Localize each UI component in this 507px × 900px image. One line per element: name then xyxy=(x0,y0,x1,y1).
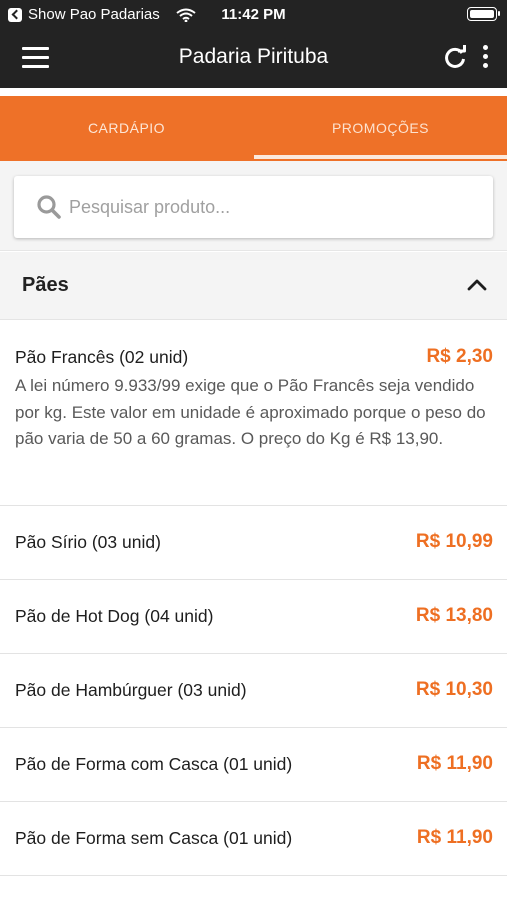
product-name: Pão de Forma sem Casca (01 unid) xyxy=(15,828,293,848)
chevron-up-icon[interactable] xyxy=(466,276,488,292)
product-description: A lei número 9.933/99 exige que o Pão Fr… xyxy=(15,376,486,448)
status-bar: Show Pao Padarias 11:42 PM xyxy=(0,0,507,28)
product-item[interactable]: Pão de Forma sem Casca (01 unid) R$ 11,9… xyxy=(0,802,507,876)
search-icon xyxy=(37,195,61,219)
status-time: 11:42 PM xyxy=(221,6,286,23)
product-name: Pão de Forma com Casca (01 unid) xyxy=(15,754,293,774)
product-price: R$ 11,90 xyxy=(416,827,493,848)
tab-cardapio[interactable]: CARDÁPIO xyxy=(0,96,253,161)
more-vert-icon[interactable] xyxy=(478,43,494,71)
search-area xyxy=(0,161,507,251)
product-item[interactable]: Pão Sírio (03 unid) R$ 10,99 xyxy=(0,506,507,580)
product-name: Pão de Hot Dog (04 unid) xyxy=(15,606,214,626)
search-input[interactable] xyxy=(69,190,469,224)
battery-icon xyxy=(467,7,500,21)
category-title: Pães xyxy=(22,274,69,296)
product-price: R$ 10,30 xyxy=(415,679,493,700)
product-name: Pão de Hambúrguer (03 unid) xyxy=(15,680,247,700)
product-item[interactable]: Pão de Hambúrguer (03 unid) R$ 10,30 xyxy=(0,654,507,728)
product-price: R$ 2,30 xyxy=(426,346,493,367)
product-price: R$ 11,90 xyxy=(416,753,493,774)
tab-bar: CARDÁPIO PROMOÇÕES xyxy=(0,96,507,161)
product-price: R$ 13,80 xyxy=(415,605,493,626)
product-item[interactable]: Pão Francês (02 unid) R$ 2,30 A lei núme… xyxy=(0,321,507,506)
product-item[interactable]: Pão de Forma com Casca (01 unid) R$ 11,9… xyxy=(0,728,507,802)
product-name: Pão Francês (02 unid) xyxy=(15,347,189,367)
product-price: R$ 10,99 xyxy=(415,531,493,552)
page-title: Padaria Pirituba xyxy=(178,45,329,68)
tab-promocoes[interactable]: PROMOÇÕES xyxy=(254,96,507,161)
app-toolbar: Padaria Pirituba xyxy=(0,28,507,88)
category-header[interactable]: Pães xyxy=(0,252,507,320)
search-box[interactable] xyxy=(14,176,493,238)
tab-indicator xyxy=(254,155,507,159)
product-item[interactable]: Pão de Hot Dog (04 unid) R$ 13,80 xyxy=(0,580,507,654)
refresh-icon[interactable] xyxy=(440,42,470,72)
product-name: Pão Sírio (03 unid) xyxy=(15,532,161,552)
